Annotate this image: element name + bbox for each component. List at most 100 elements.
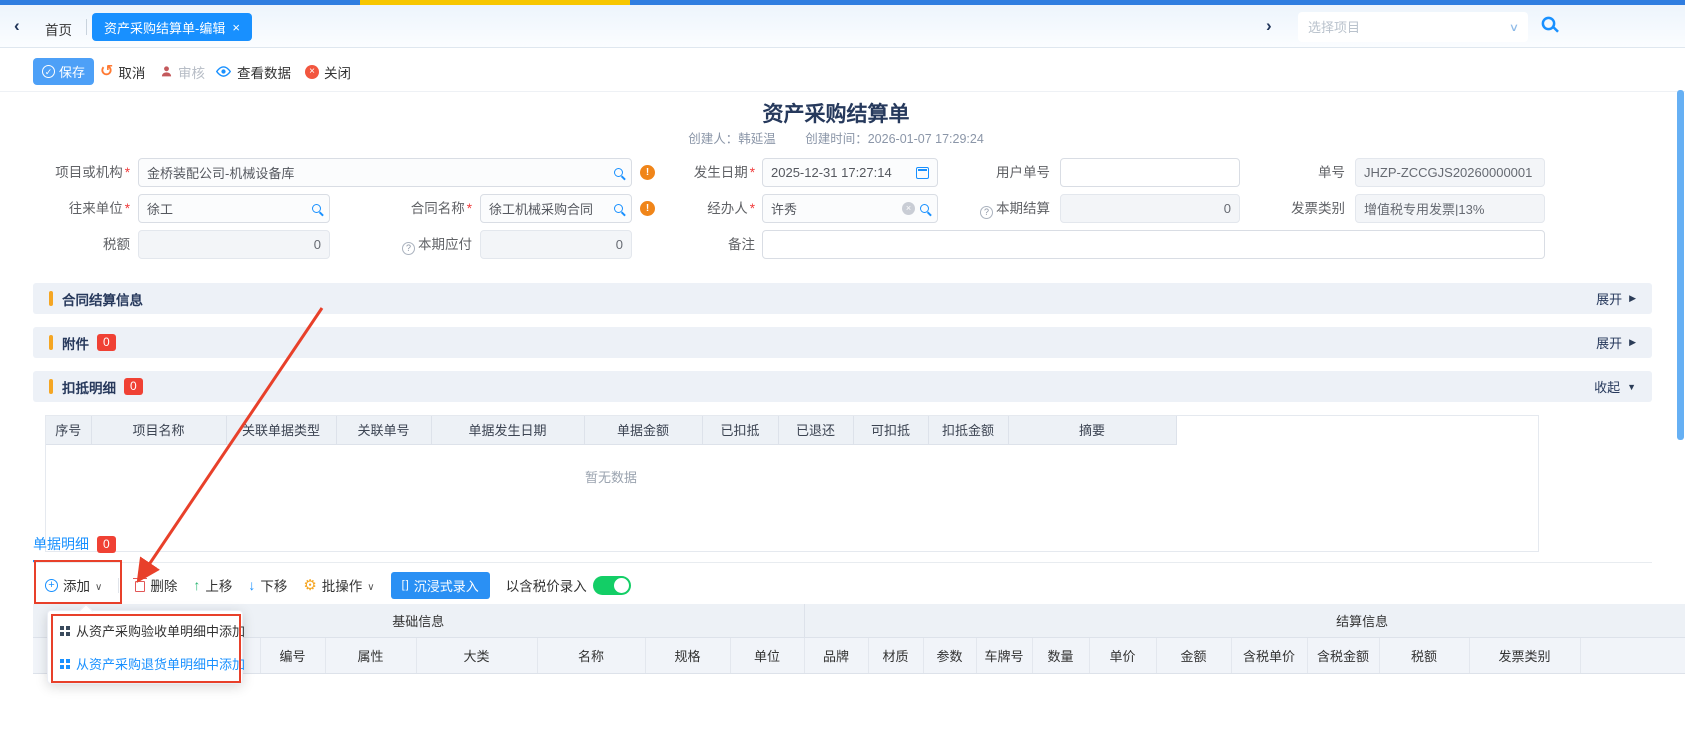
move-down-button[interactable]: 下移 xyxy=(248,575,287,595)
project-org-field[interactable] xyxy=(138,158,632,187)
column-header: 单价 xyxy=(1089,637,1156,673)
expand-button[interactable]: 展开▶ xyxy=(1596,289,1636,308)
lookup-icon[interactable] xyxy=(920,204,929,213)
counterparty-field[interactable] xyxy=(138,194,330,223)
section-contract-info[interactable]: 合同结算信息 展开▶ xyxy=(33,283,1652,314)
remark-field[interactable] xyxy=(762,230,1545,259)
add-label: 添加 xyxy=(63,575,90,595)
doc-no-input xyxy=(1364,165,1536,180)
counterparty-input[interactable] xyxy=(147,201,307,216)
triangle-right-icon: ▶ xyxy=(1629,293,1636,304)
tax-label: 税额 xyxy=(0,230,130,259)
handler-field[interactable] xyxy=(762,194,938,223)
contract-field[interactable] xyxy=(480,194,632,223)
column-header: 已扣抵 xyxy=(702,416,778,444)
column-header: 单据发生日期 xyxy=(431,416,584,444)
vertical-scrollbar-thumb[interactable] xyxy=(1677,90,1684,440)
lookup-icon[interactable] xyxy=(614,204,623,213)
column-header: 含税金额 xyxy=(1307,637,1379,673)
grid-icon xyxy=(60,659,64,663)
lookup-icon[interactable] xyxy=(614,168,623,177)
calendar-icon[interactable] xyxy=(916,167,929,179)
current-payable-label: 本期应付 xyxy=(360,230,472,259)
expand-button[interactable]: 展开▶ xyxy=(1596,333,1636,352)
move-up-label: 上移 xyxy=(205,575,232,595)
creator-name: 韩延温 xyxy=(738,132,776,146)
immersive-entry-button[interactable]: 沉浸式录入 xyxy=(391,572,490,599)
tab-close-icon[interactable]: × xyxy=(232,21,240,34)
column-header: 单据金额 xyxy=(584,416,702,444)
column-header: 关联单号 xyxy=(336,416,431,444)
user-no-field[interactable] xyxy=(1060,158,1240,187)
occur-date-field[interactable] xyxy=(762,158,938,187)
page: ‹ 首页 资产采购结算单-编辑 × › ∨ 保存 取消 审核 查看数据 xyxy=(0,0,1685,737)
arrow-down-icon xyxy=(248,577,255,593)
doc-meta: 创建人：韩延温 创建时间：2026-01-07 17:29:24 xyxy=(0,128,1672,147)
column-header: 序号 xyxy=(46,416,91,444)
tax-field xyxy=(138,230,330,259)
plus-circle-icon xyxy=(45,579,58,592)
column-header: 已退还 xyxy=(778,416,853,444)
cancel-button[interactable]: 取消 xyxy=(100,58,145,85)
menu-item-label: 从资产采购退货单明细中添加 xyxy=(76,654,245,673)
occur-date-input[interactable] xyxy=(771,165,911,180)
column-header: 品牌 xyxy=(804,637,868,673)
batch-ops-label: 批操作 xyxy=(322,575,363,595)
column-header: 金额 xyxy=(1156,637,1231,673)
audit-button[interactable]: 审核 xyxy=(160,58,205,85)
move-up-button[interactable]: 上移 xyxy=(193,575,232,595)
section-title: 扣抵明细 xyxy=(62,377,116,397)
view-data-button[interactable]: 查看数据 xyxy=(215,58,291,85)
section-marker-icon xyxy=(49,335,53,350)
search-icon[interactable] xyxy=(1542,17,1556,31)
delete-button[interactable]: 删除 xyxy=(135,575,177,595)
column-header: 材质 xyxy=(868,637,923,673)
check-circle-icon xyxy=(42,65,55,78)
lookup-icon[interactable] xyxy=(312,204,321,213)
immersive-entry-label: 沉浸式录入 xyxy=(414,576,479,595)
section-attachments[interactable]: 附件 0 展开▶ xyxy=(33,327,1652,358)
chevron-down-icon[interactable]: ∨ xyxy=(1509,21,1519,34)
created-label: 创建时间： xyxy=(805,132,868,146)
section-deduction[interactable]: 扣抵明细 0 收起▼ xyxy=(33,371,1652,402)
project-select-input[interactable] xyxy=(1308,20,1510,35)
column-header: 可扣抵 xyxy=(853,416,928,444)
column-header: 编号 xyxy=(260,637,325,673)
remark-label: 备注 xyxy=(675,230,755,259)
column-header-overflow xyxy=(1580,637,1685,673)
column-header: 规格 xyxy=(645,637,730,673)
tab-active-document[interactable]: 资产采购结算单-编辑 × xyxy=(92,13,252,41)
tab-bottom-line xyxy=(33,562,1652,563)
contract-label: 合同名称 xyxy=(372,194,472,223)
add-button[interactable]: 添加 xyxy=(45,575,102,595)
menu-item-add-from-return[interactable]: 从资产采购退货单明细中添加 xyxy=(48,647,242,680)
menu-item-add-from-acceptance[interactable]: 从资产采购验收单明细中添加 xyxy=(48,614,242,647)
column-header: 发票类别 xyxy=(1469,637,1580,673)
user-no-input[interactable] xyxy=(1069,165,1231,180)
help-icon xyxy=(402,242,415,255)
eye-icon xyxy=(215,65,232,78)
back-chevron-icon[interactable]: ‹ xyxy=(14,16,20,36)
close-button[interactable]: 关闭 xyxy=(305,58,351,85)
tax-price-toggle[interactable] xyxy=(593,576,631,595)
save-button[interactable]: 保存 xyxy=(33,58,94,85)
close-label: 关闭 xyxy=(324,62,351,82)
column-header: 摘要 xyxy=(1008,416,1176,444)
occur-date-label: 发生日期 xyxy=(655,158,755,187)
column-header: 含税单价 xyxy=(1231,637,1307,673)
detail-toolbar: 添加 删除 上移 下移 批操作 沉浸式录入 以含税价录入 xyxy=(45,570,631,600)
batch-ops-button[interactable]: 批操作 xyxy=(303,575,374,595)
contract-input[interactable] xyxy=(489,201,609,216)
project-org-input[interactable] xyxy=(147,165,609,180)
collapse-button[interactable]: 收起▼ xyxy=(1594,377,1636,396)
tab-home[interactable]: 首页 xyxy=(45,19,72,39)
column-header: 参数 xyxy=(923,637,976,673)
tab-detail-lines[interactable]: 单据明细 0 xyxy=(33,534,116,554)
invoice-type-input xyxy=(1364,201,1536,216)
clear-icon[interactable] xyxy=(902,202,915,215)
project-select[interactable]: ∨ xyxy=(1298,12,1528,42)
remark-input[interactable] xyxy=(771,237,1536,252)
move-down-label: 下移 xyxy=(260,575,287,595)
handler-input[interactable] xyxy=(771,201,897,216)
forward-chevron-icon[interactable]: › xyxy=(1266,16,1272,36)
